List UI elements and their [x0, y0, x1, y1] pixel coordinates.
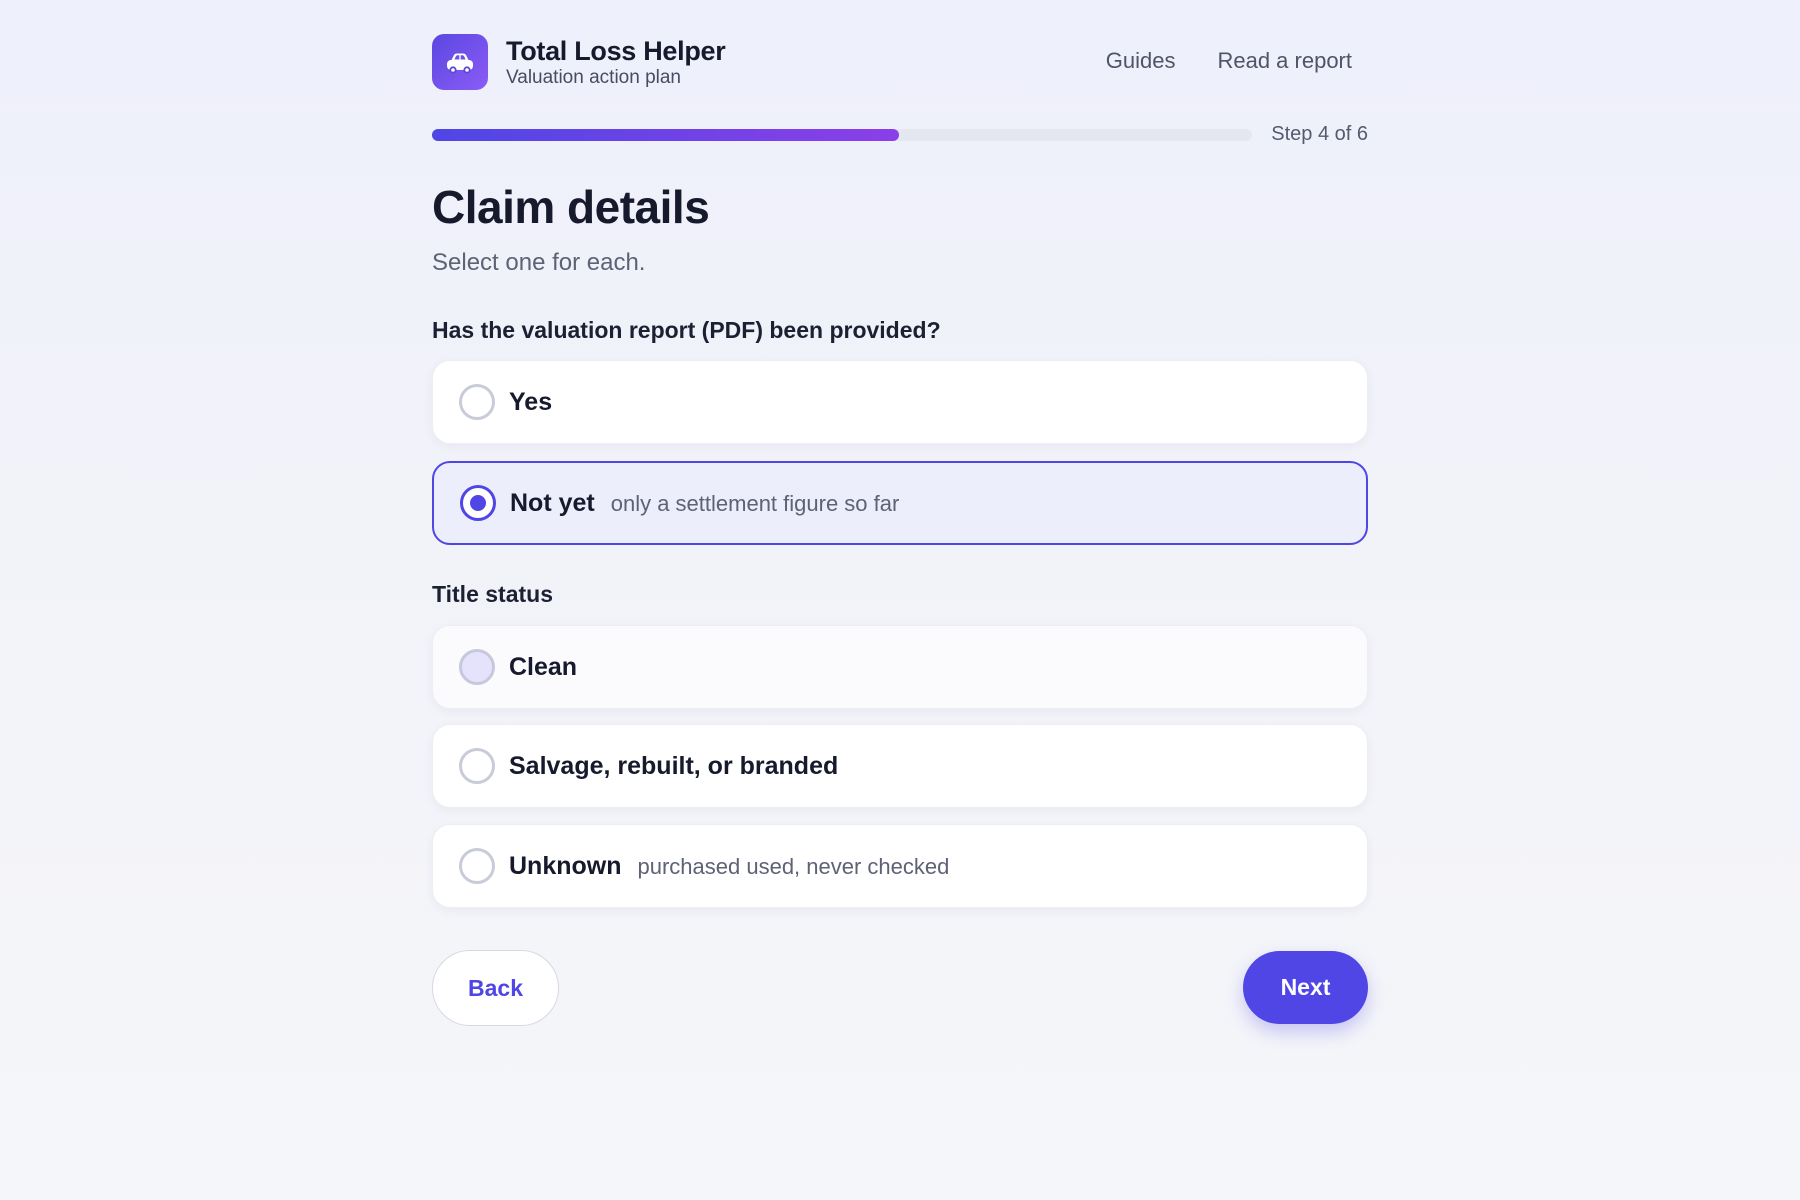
app-subtitle: Valuation action plan [506, 67, 681, 88]
radio-button[interactable] [459, 848, 495, 884]
option-label-text: Clean [509, 653, 577, 682]
radio-button[interactable] [459, 384, 495, 420]
next-button[interactable]: Next [1243, 951, 1368, 1024]
top-nav: Guides Read a report [1106, 48, 1352, 74]
option-report-not-yet[interactable]: Not yet only a settlement figure so far [432, 461, 1368, 545]
radio-button[interactable] [459, 748, 495, 784]
option-label: Salvage, rebuilt, or branded [509, 751, 839, 780]
question-label-title-status: Title status [432, 581, 553, 607]
progress-step-label: Step 4 of 6 [1271, 123, 1368, 145]
back-button[interactable]: Back [432, 950, 559, 1026]
option-label-text: Yes [509, 388, 552, 417]
nav-link-guides[interactable]: Guides [1106, 48, 1176, 74]
option-hint: purchased used, never checked [637, 853, 950, 879]
radio-button[interactable] [460, 485, 496, 521]
option-title-unknown[interactable]: Unknown purchased used, never checked [432, 824, 1368, 908]
option-label-text: Salvage, rebuilt, or branded [509, 752, 838, 781]
option-label-text: Unknown purchased used, never checked [509, 852, 949, 881]
progress-bar [432, 129, 1252, 141]
app-title: Total Loss Helper [506, 36, 726, 66]
radio-button[interactable] [459, 649, 495, 685]
option-label: Not yet [510, 488, 595, 517]
option-label: Yes [509, 387, 553, 416]
option-hint: only a settlement figure so far [610, 490, 900, 516]
car-icon [447, 53, 473, 74]
nav-link-read-a-report[interactable]: Read a report [1217, 48, 1352, 74]
option-title-salvage[interactable]: Salvage, rebuilt, or branded [432, 724, 1368, 808]
page-subtitle: Select one for each. [432, 249, 646, 276]
progress-bar-fill [432, 129, 900, 141]
option-title-clean[interactable]: Clean [432, 625, 1368, 709]
question-label-report: Has the valuation report (PDF) been prov… [432, 317, 941, 343]
page-title: Claim details [432, 181, 710, 233]
option-report-yes[interactable]: Yes [432, 360, 1368, 444]
option-label: Clean [509, 652, 578, 681]
brand-logo[interactable] [432, 34, 488, 90]
option-label-text: Not yet only a settlement figure so far [510, 489, 899, 518]
option-label: Unknown [509, 851, 622, 880]
header: Total Loss Helper Valuation action plan … [432, 34, 1368, 90]
